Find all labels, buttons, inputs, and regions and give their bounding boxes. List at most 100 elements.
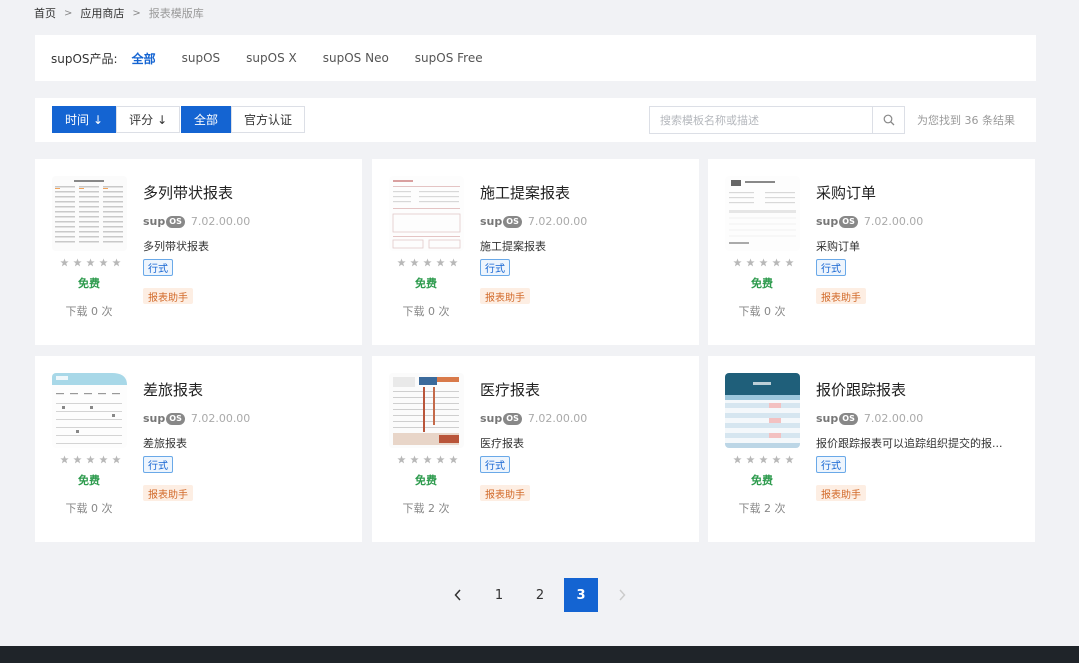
star-icon	[449, 455, 458, 464]
card-description: 施工提案报表	[480, 240, 546, 253]
result-count-text: 为您找到 36 条结果	[917, 114, 1015, 127]
template-card[interactable]: 免费 下载 0 次 采购订单 sup OS 7.02.00.00 采购订单 行式 …	[708, 159, 1035, 345]
rating-stars	[397, 258, 458, 267]
prev-page-button[interactable]	[441, 578, 475, 612]
scope-official-button[interactable]: 官方认证	[231, 106, 306, 133]
version-text: 7.02.00.00	[863, 412, 924, 425]
product-filter-supos[interactable]: supOS	[182, 51, 221, 65]
type-tag: 行式	[480, 259, 510, 276]
price-label: 免费	[415, 474, 437, 487]
star-icon	[772, 455, 781, 464]
page-2-button[interactable]: 2	[523, 578, 557, 612]
arrow-down-icon: ↓	[157, 112, 168, 127]
star-icon	[746, 455, 755, 464]
card-title[interactable]: 施工提案报表	[480, 182, 570, 203]
download-count: 下载 0 次	[65, 305, 113, 318]
sort-by-time-button[interactable]: 时间 ↓	[52, 106, 117, 133]
download-count: 下载 2 次	[738, 502, 786, 515]
star-icon	[733, 455, 742, 464]
price-label: 免费	[415, 277, 437, 290]
card-title[interactable]: 多列带状报表	[143, 182, 233, 203]
footer-bar	[0, 646, 1079, 663]
star-icon	[449, 258, 458, 267]
star-icon	[772, 258, 781, 267]
star-icon	[410, 258, 419, 267]
version-text: 7.02.00.00	[527, 215, 588, 228]
card-title[interactable]: 报价跟踪报表	[816, 379, 906, 400]
product-filter-supos-neo[interactable]: supOS Neo	[323, 51, 389, 65]
search-box	[649, 106, 905, 134]
version-row: sup OS 7.02.00.00	[480, 412, 587, 425]
star-icon	[436, 258, 445, 267]
helper-tag: 报表助手	[480, 288, 530, 304]
template-thumbnail	[389, 176, 464, 251]
supos-logo-icon: sup OS	[143, 215, 185, 228]
breadcrumb-current: 报表模版库	[148, 7, 204, 20]
breadcrumb: 首页 > 应用商店 > 报表模版库	[34, 5, 204, 21]
template-card[interactable]: 免费 下载 0 次 施工提案报表 sup OS 7.02.00.00 施工提案报表…	[372, 159, 699, 345]
helper-tag: 报表助手	[816, 485, 866, 501]
star-icon	[733, 258, 742, 267]
card-description: 多列带状报表	[143, 240, 209, 253]
star-icon	[60, 455, 69, 464]
template-thumbnail	[52, 373, 127, 448]
price-label: 免费	[78, 474, 100, 487]
template-card[interactable]: 免费 下载 2 次 报价跟踪报表 sup OS 7.02.00.00 报价跟踪报表…	[708, 356, 1035, 542]
page-3-button[interactable]: 3	[564, 578, 598, 612]
download-count: 下载 0 次	[738, 305, 786, 318]
star-icon	[785, 258, 794, 267]
download-count: 下载 0 次	[402, 305, 450, 318]
card-title[interactable]: 差旅报表	[143, 379, 203, 400]
price-label: 免费	[751, 277, 773, 290]
rating-stars	[60, 455, 121, 464]
download-count: 下载 2 次	[402, 502, 450, 515]
star-icon	[759, 455, 768, 464]
helper-tag: 报表助手	[143, 485, 193, 501]
version-row: sup OS 7.02.00.00	[143, 412, 250, 425]
pagination: 1 2 3	[441, 578, 639, 612]
version-text: 7.02.00.00	[527, 412, 588, 425]
version-row: sup OS 7.02.00.00	[143, 215, 250, 228]
version-text: 7.02.00.00	[190, 215, 251, 228]
breadcrumb-separator-icon: >	[132, 7, 141, 19]
search-button[interactable]	[872, 107, 904, 133]
product-filter-supos-free[interactable]: supOS Free	[415, 51, 483, 65]
sort-time-label: 时间	[65, 113, 90, 127]
breadcrumb-store[interactable]: 应用商店	[80, 5, 124, 21]
card-description: 报价跟踪报表可以追踪组织提交的报...	[816, 437, 1003, 450]
card-description: 差旅报表	[143, 437, 187, 450]
template-thumbnail	[725, 373, 800, 448]
product-filter-label: supOS产品:	[51, 51, 118, 66]
type-tag: 行式	[143, 259, 173, 276]
version-text: 7.02.00.00	[190, 412, 251, 425]
version-row: sup OS 7.02.00.00	[816, 412, 923, 425]
template-card[interactable]: 免费 下载 0 次 多列带状报表 sup OS 7.02.00.00 多列带状报表…	[35, 159, 362, 345]
type-tag: 行式	[816, 456, 846, 473]
star-icon	[397, 258, 406, 267]
card-title[interactable]: 医疗报表	[480, 379, 540, 400]
version-text: 7.02.00.00	[863, 215, 924, 228]
template-card[interactable]: 免费 下载 0 次 差旅报表 sup OS 7.02.00.00 差旅报表 行式 …	[35, 356, 362, 542]
product-filter-supos-x[interactable]: supOS X	[246, 51, 297, 65]
page-1-button[interactable]: 1	[482, 578, 516, 612]
template-card[interactable]: 免费 下载 2 次 医疗报表 sup OS 7.02.00.00 医疗报表 行式 …	[372, 356, 699, 542]
type-tag: 行式	[816, 259, 846, 276]
supos-logo-icon: sup OS	[143, 412, 185, 425]
card-title[interactable]: 采购订单	[816, 182, 876, 203]
star-icon	[746, 258, 755, 267]
product-filter-all[interactable]: 全部	[132, 50, 156, 67]
arrow-down-icon: ↓	[93, 112, 104, 127]
helper-tag: 报表助手	[816, 288, 866, 304]
sort-button-group: 时间 ↓ 评分 ↓	[52, 106, 181, 133]
star-icon	[423, 455, 432, 464]
next-page-button[interactable]	[605, 578, 639, 612]
star-icon	[112, 455, 121, 464]
scope-all-button[interactable]: 全部	[181, 106, 232, 133]
product-filter-bar: supOS产品: 全部 supOS supOS X supOS Neo supO…	[35, 35, 1036, 81]
star-icon	[759, 258, 768, 267]
breadcrumb-home[interactable]: 首页	[34, 5, 56, 21]
sort-by-rating-button[interactable]: 评分 ↓	[116, 106, 181, 133]
template-thumbnail	[52, 176, 127, 251]
star-icon	[73, 258, 82, 267]
search-input[interactable]	[650, 107, 872, 133]
